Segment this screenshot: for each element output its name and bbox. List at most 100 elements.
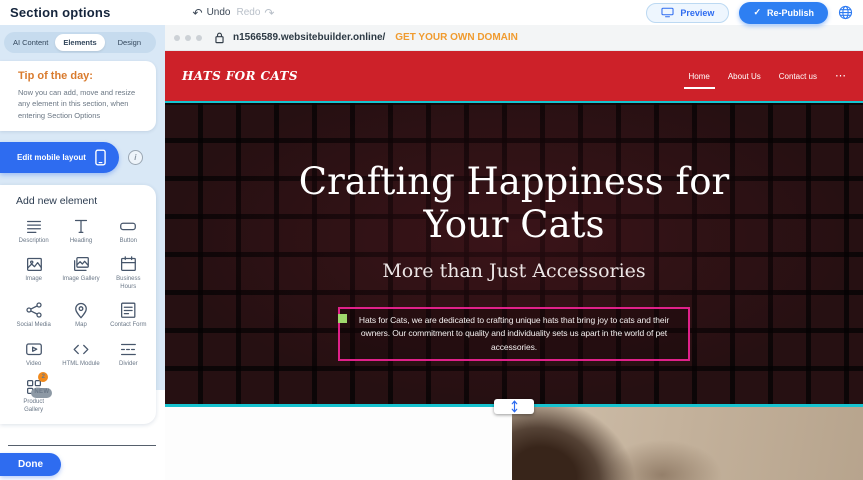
divider-icon [118, 339, 138, 359]
section-resize-handle[interactable] [494, 399, 534, 414]
undo-button[interactable]: ↶ Undo [193, 7, 231, 19]
contact-form-icon [118, 300, 138, 320]
element-label: Image Gallery [62, 276, 99, 284]
republish-button[interactable]: ✓ Re-Publish [739, 2, 828, 24]
preview-button[interactable]: Preview [646, 3, 729, 23]
resize-arrows-icon [510, 400, 519, 413]
hero-subtitle[interactable]: More than Just Accessories [382, 260, 645, 282]
sidebar: AI Content Elements Design Tip of the da… [0, 25, 165, 480]
business-hours-icon [118, 254, 138, 274]
top-toolbar: Section options ↶ Undo Redo ↷ Preview ✓ [0, 0, 863, 25]
redo-button[interactable]: Redo ↷ [236, 7, 274, 19]
lock-icon [214, 31, 225, 44]
element-item-description[interactable]: Description [10, 216, 57, 246]
get-domain-link[interactable]: GET YOUR OWN DOMAIN [395, 32, 518, 43]
element-label: Heading [70, 238, 92, 246]
hero-title[interactable]: Crafting Happiness for Your Cats [274, 160, 754, 247]
nav-about-us[interactable]: About Us [728, 72, 761, 81]
site-nav: Home About Us Contact us ⋯ [689, 71, 847, 82]
check-icon: ✓ [753, 7, 761, 18]
element-item-html-module[interactable]: HTML Module [57, 339, 104, 369]
element-label: Image [25, 276, 42, 284]
done-button[interactable]: Done [0, 453, 61, 476]
element-label: Description [19, 238, 49, 246]
tab-design[interactable]: Design [105, 34, 154, 51]
element-label: Contact Form [110, 322, 146, 330]
nav-contact-us[interactable]: Contact us [779, 72, 817, 81]
edit-mobile-label: Edit mobile layout [17, 153, 86, 162]
edit-mobile-row: Edit mobile layout i [0, 142, 156, 173]
tip-body: Now you can add, move and resize any ele… [18, 87, 144, 121]
hero-body-text: Hats for Cats, we are dedicated to craft… [359, 315, 669, 352]
element-grid: Description Heading Button Image [10, 216, 152, 415]
edit-mobile-layout-button[interactable]: Edit mobile layout [0, 142, 119, 173]
next-section[interactable] [165, 407, 863, 480]
website-builder-app: Section options ↶ Undo Redo ↷ Preview ✓ [0, 0, 863, 480]
site-header: HATS FOR CATS Home About Us Contact us ⋯ [165, 51, 863, 101]
element-label: Product Gallery [14, 399, 54, 414]
element-item-social-media[interactable]: Social Media [10, 300, 57, 330]
undo-redo-group: ↶ Undo Redo ↷ [193, 7, 275, 19]
element-label: Video [26, 361, 41, 369]
tab-ai-content[interactable]: AI Content [6, 34, 55, 51]
hero-section[interactable]: Crafting Happiness for Your Cats More th… [165, 101, 863, 407]
new-badge: NEW [31, 388, 52, 398]
html-code-icon [71, 339, 91, 359]
element-item-map[interactable]: Map [57, 300, 104, 330]
preview-label: Preview [680, 8, 714, 18]
heading-icon [71, 216, 91, 236]
description-icon [24, 216, 44, 236]
element-label: Map [75, 322, 87, 330]
element-item-divider[interactable]: Divider [105, 339, 152, 369]
site-canvas: HATS FOR CATS Home About Us Contact us ⋯… [165, 51, 863, 480]
main-layout: AI Content Elements Design Tip of the da… [0, 25, 863, 480]
element-item-image[interactable]: Image [10, 254, 57, 291]
republish-label: Re-Publish [767, 8, 814, 18]
button-icon [118, 216, 138, 236]
tip-of-the-day-card: Tip of the day: Now you can add, move an… [0, 61, 156, 131]
site-logo[interactable]: HATS FOR CATS [182, 69, 298, 83]
toolbar-actions: Preview ✓ Re-Publish [646, 2, 853, 24]
social-media-icon [24, 300, 44, 320]
browser-bar: n1566589.websitebuilder.online/ GET YOUR… [165, 25, 863, 51]
element-label: Button [120, 238, 137, 246]
add-element-panel: Add new element Description Heading Butt… [0, 185, 156, 425]
redo-label: Redo [236, 7, 260, 18]
nav-home[interactable]: Home [689, 72, 710, 81]
language-globe-icon[interactable] [838, 5, 853, 20]
page-title: Section options [10, 5, 111, 20]
next-section-blank [165, 407, 512, 480]
preview-pane: n1566589.websitebuilder.online/ GET YOUR… [165, 25, 863, 480]
element-item-button[interactable]: Button [105, 216, 152, 246]
image-icon [24, 254, 44, 274]
monitor-icon [661, 7, 674, 18]
add-element-title: Add new element [16, 195, 152, 207]
element-item-contact-form[interactable]: Contact Form [105, 300, 152, 330]
site-url: n1566589.websitebuilder.online/ [233, 32, 385, 43]
undo-icon: ↶ [193, 7, 203, 19]
hero-text-box[interactable]: Hats for Cats, we are dedicated to craft… [338, 307, 690, 362]
tab-elements[interactable]: Elements [55, 34, 104, 51]
browser-dot [196, 35, 202, 41]
browser-dot [185, 35, 191, 41]
image-gallery-icon [71, 254, 91, 274]
element-item-product-gallery[interactable]: 2 NEW Product Gallery [10, 377, 57, 414]
phone-icon [95, 149, 106, 166]
element-label: Social Media [16, 322, 50, 330]
nav-more-icon[interactable]: ⋯ [835, 71, 846, 82]
element-label: Divider [119, 361, 138, 369]
redo-icon: ↷ [264, 7, 274, 19]
element-item-video[interactable]: Video [10, 339, 57, 369]
map-pin-icon [71, 300, 91, 320]
element-item-image-gallery[interactable]: Image Gallery [57, 254, 104, 291]
element-drag-handle[interactable] [338, 314, 347, 323]
sidebar-divider [8, 445, 156, 446]
info-icon[interactable]: i [128, 150, 143, 165]
browser-dot [174, 35, 180, 41]
undo-label: Undo [207, 7, 231, 18]
element-item-business-hours[interactable]: Business Hours [105, 254, 152, 291]
video-icon [24, 339, 44, 359]
sand-cat-image [512, 407, 863, 480]
element-item-heading[interactable]: Heading [57, 216, 104, 246]
element-label: HTML Module [62, 361, 99, 369]
